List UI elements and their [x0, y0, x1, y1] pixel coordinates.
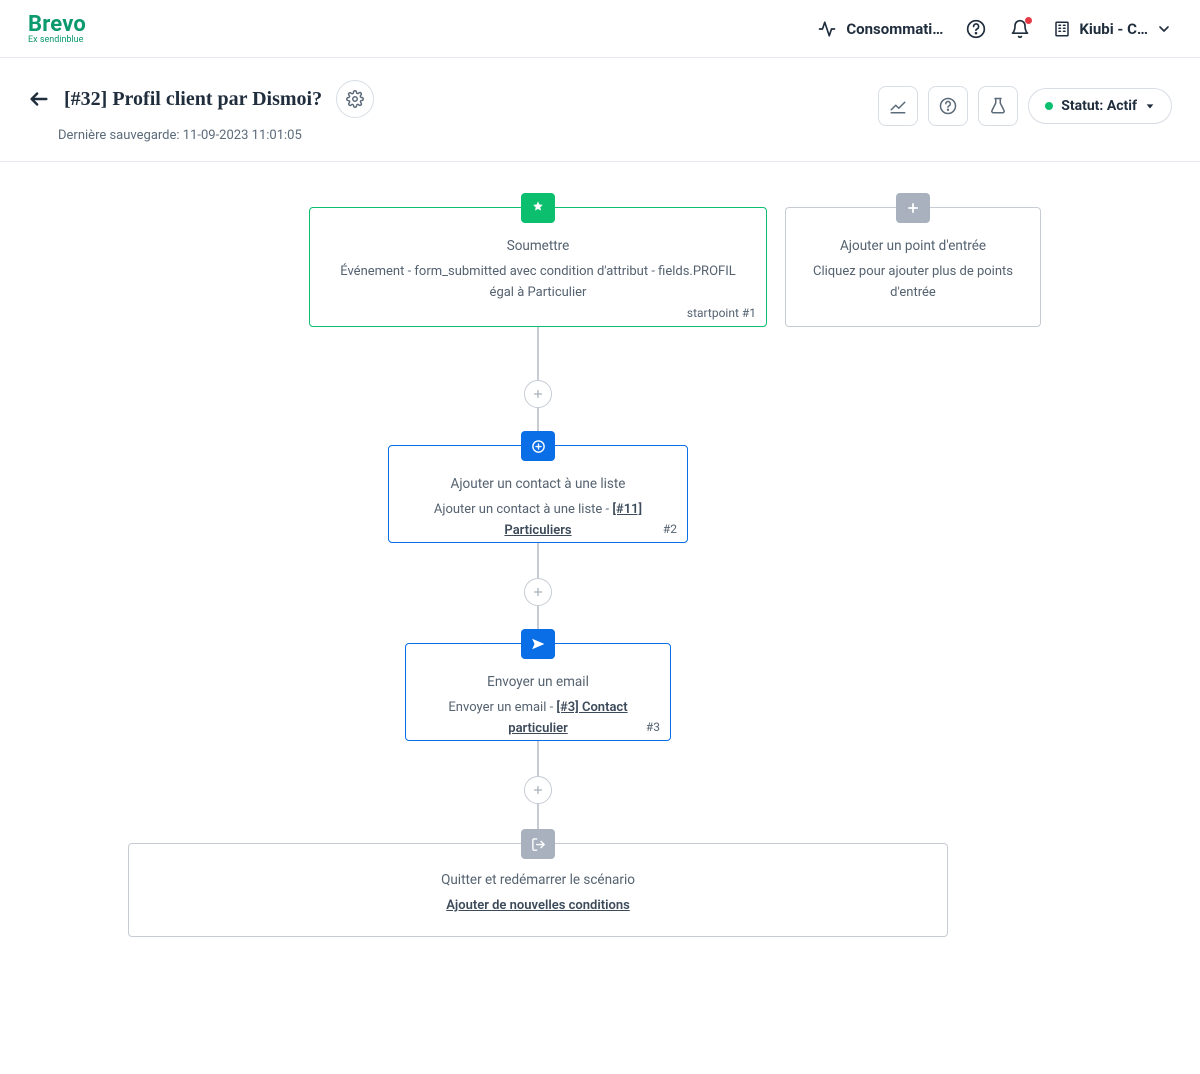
topbar: Brevo Ex sendinblue Consommati… Kiubi - …: [0, 0, 1200, 58]
node-exit[interactable]: Quitter et redémarrer le scénario Ajoute…: [128, 843, 948, 937]
brand-sub: Ex sendinblue: [28, 35, 86, 45]
connector: [537, 327, 539, 382]
help-icon[interactable]: [965, 18, 987, 40]
node-add-to-list[interactable]: Ajouter un contact à une liste Ajouter u…: [388, 445, 688, 543]
add-contact-icon: [521, 431, 555, 461]
page-title: [#32] Profil client par Dismoi?: [64, 88, 322, 111]
org-label: Kiubi - C…: [1079, 20, 1148, 38]
back-button[interactable]: [28, 88, 50, 110]
page-header-left: [#32] Profil client par Dismoi? Dernière…: [28, 80, 374, 143]
stats-button[interactable]: [878, 86, 918, 126]
settings-button[interactable]: [336, 80, 374, 118]
status-dot-icon: [1045, 102, 1053, 110]
plus-icon: [896, 193, 930, 223]
node-title: Soumettre: [310, 238, 766, 254]
usage-label: Consommati…: [846, 20, 943, 38]
test-button[interactable]: [978, 86, 1018, 126]
brand-name: Brevo: [28, 12, 86, 37]
title-row: [#32] Profil client par Dismoi?: [28, 80, 374, 118]
event-icon: [521, 193, 555, 223]
chevron-down-icon: [1156, 21, 1172, 37]
node-title: Envoyer un email: [406, 674, 670, 690]
usage-link[interactable]: Consommati…: [816, 18, 943, 40]
help-button[interactable]: [928, 86, 968, 126]
org-selector[interactable]: Kiubi - C…: [1053, 20, 1172, 38]
last-saved: Dernière sauvegarde: 11-09-2023 11:01:05: [28, 128, 374, 143]
bell-icon[interactable]: [1009, 18, 1031, 40]
brand-logo[interactable]: Brevo Ex sendinblue: [28, 12, 86, 45]
node-title: Ajouter un contact à une liste: [389, 476, 687, 492]
node-id: #3: [646, 720, 660, 734]
node-startpoint[interactable]: Soumettre Événement - form_submitted ave…: [309, 207, 767, 327]
node-id: startpoint #1: [687, 306, 756, 320]
page-header: [#32] Profil client par Dismoi? Dernière…: [0, 58, 1200, 162]
workflow-canvas[interactable]: Soumettre Événement - form_submitted ave…: [0, 162, 1200, 982]
node-id: #2: [663, 522, 677, 536]
node-title: Quitter et redémarrer le scénario: [129, 872, 947, 888]
page-header-right: Statut: Actif: [878, 86, 1172, 126]
add-step-button[interactable]: [524, 776, 552, 804]
status-label: Statut: Actif: [1061, 98, 1137, 114]
node-send-email[interactable]: Envoyer un email Envoyer un email - [#3]…: [405, 643, 671, 741]
caret-down-icon: [1145, 101, 1155, 111]
node-body: Ajouter de nouvelles conditions: [129, 896, 947, 935]
building-icon: [1053, 20, 1071, 38]
node-body: Envoyer un email - [#3] Contact particul…: [406, 698, 670, 758]
add-step-button[interactable]: [524, 380, 552, 408]
node-add-entrypoint[interactable]: Ajouter un point d'entrée Cliquez pour a…: [785, 207, 1041, 327]
topbar-right: Consommati… Kiubi - C…: [816, 18, 1172, 40]
status-selector[interactable]: Statut: Actif: [1028, 88, 1172, 124]
exit-icon: [521, 829, 555, 859]
node-title: Ajouter un point d'entrée: [786, 238, 1040, 254]
node-body: Ajouter un contact à une liste - [#11] P…: [389, 500, 687, 560]
node-body-prefix: Ajouter un contact à une liste -: [434, 502, 613, 517]
add-step-button[interactable]: [524, 578, 552, 606]
node-link[interactable]: Ajouter de nouvelles conditions: [446, 898, 630, 913]
send-icon: [521, 629, 555, 659]
activity-icon: [816, 18, 838, 40]
node-body-prefix: Envoyer un email -: [448, 700, 556, 715]
notification-dot: [1025, 17, 1032, 24]
node-body: Cliquez pour ajouter plus de points d'en…: [786, 262, 1040, 322]
